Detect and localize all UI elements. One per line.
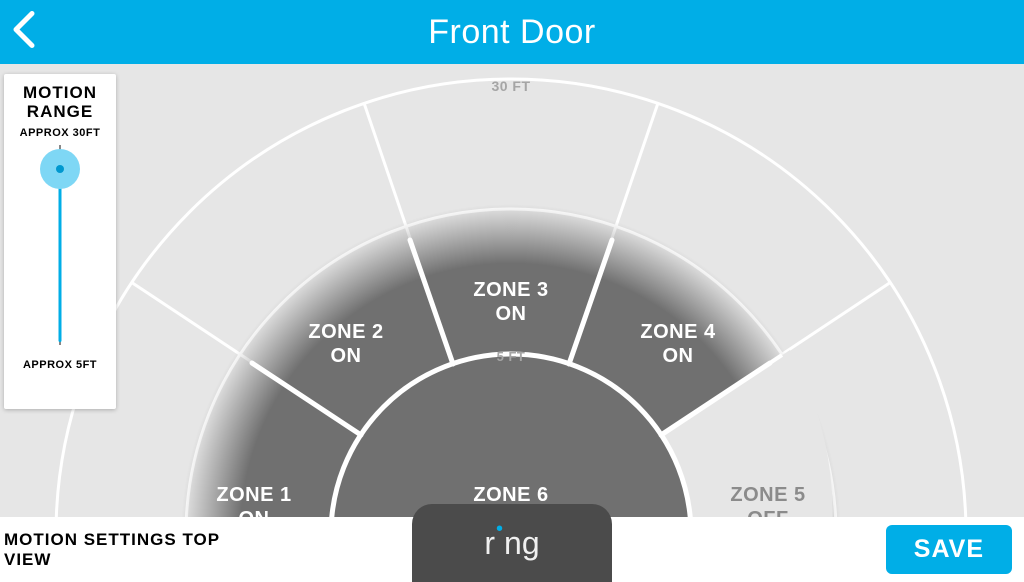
chevron-left-icon — [10, 10, 40, 50]
back-button[interactable] — [10, 10, 40, 55]
page-title: Front Door — [0, 13, 1024, 52]
motion-range-slider[interactable] — [59, 145, 61, 345]
app-header: Front Door — [0, 0, 1024, 64]
motion-range-max: APPROX 30FT — [10, 127, 110, 139]
motion-zone-stage: 30 FT 5 FT ZONE 1ON ZONE 2ON ZONE 3ON ZO… — [0, 64, 1024, 517]
slider-fill — [59, 166, 62, 342]
footer-bar: MOTION SETTINGS TOP VIEW SAVE r•ng — [0, 517, 1024, 582]
brand-dot-icon: • — [496, 518, 503, 541]
brand-badge: r•ng — [412, 504, 612, 582]
range-label-far: 30 FT — [491, 78, 530, 94]
save-button[interactable]: SAVE — [886, 525, 1012, 574]
footer-title: MOTION SETTINGS TOP VIEW — [4, 530, 264, 569]
brand-text-prefix: r — [484, 525, 495, 562]
brand-text-suffix: ng — [504, 525, 540, 562]
motion-range-min: APPROX 5FT — [10, 359, 110, 371]
range-label-near: 5 FT — [497, 349, 526, 364]
slider-handle[interactable] — [40, 149, 80, 189]
motion-range-title: MOTIONRANGE — [10, 84, 110, 121]
motion-range-panel: MOTIONRANGE APPROX 30FT APPROX 5FT — [4, 74, 116, 409]
